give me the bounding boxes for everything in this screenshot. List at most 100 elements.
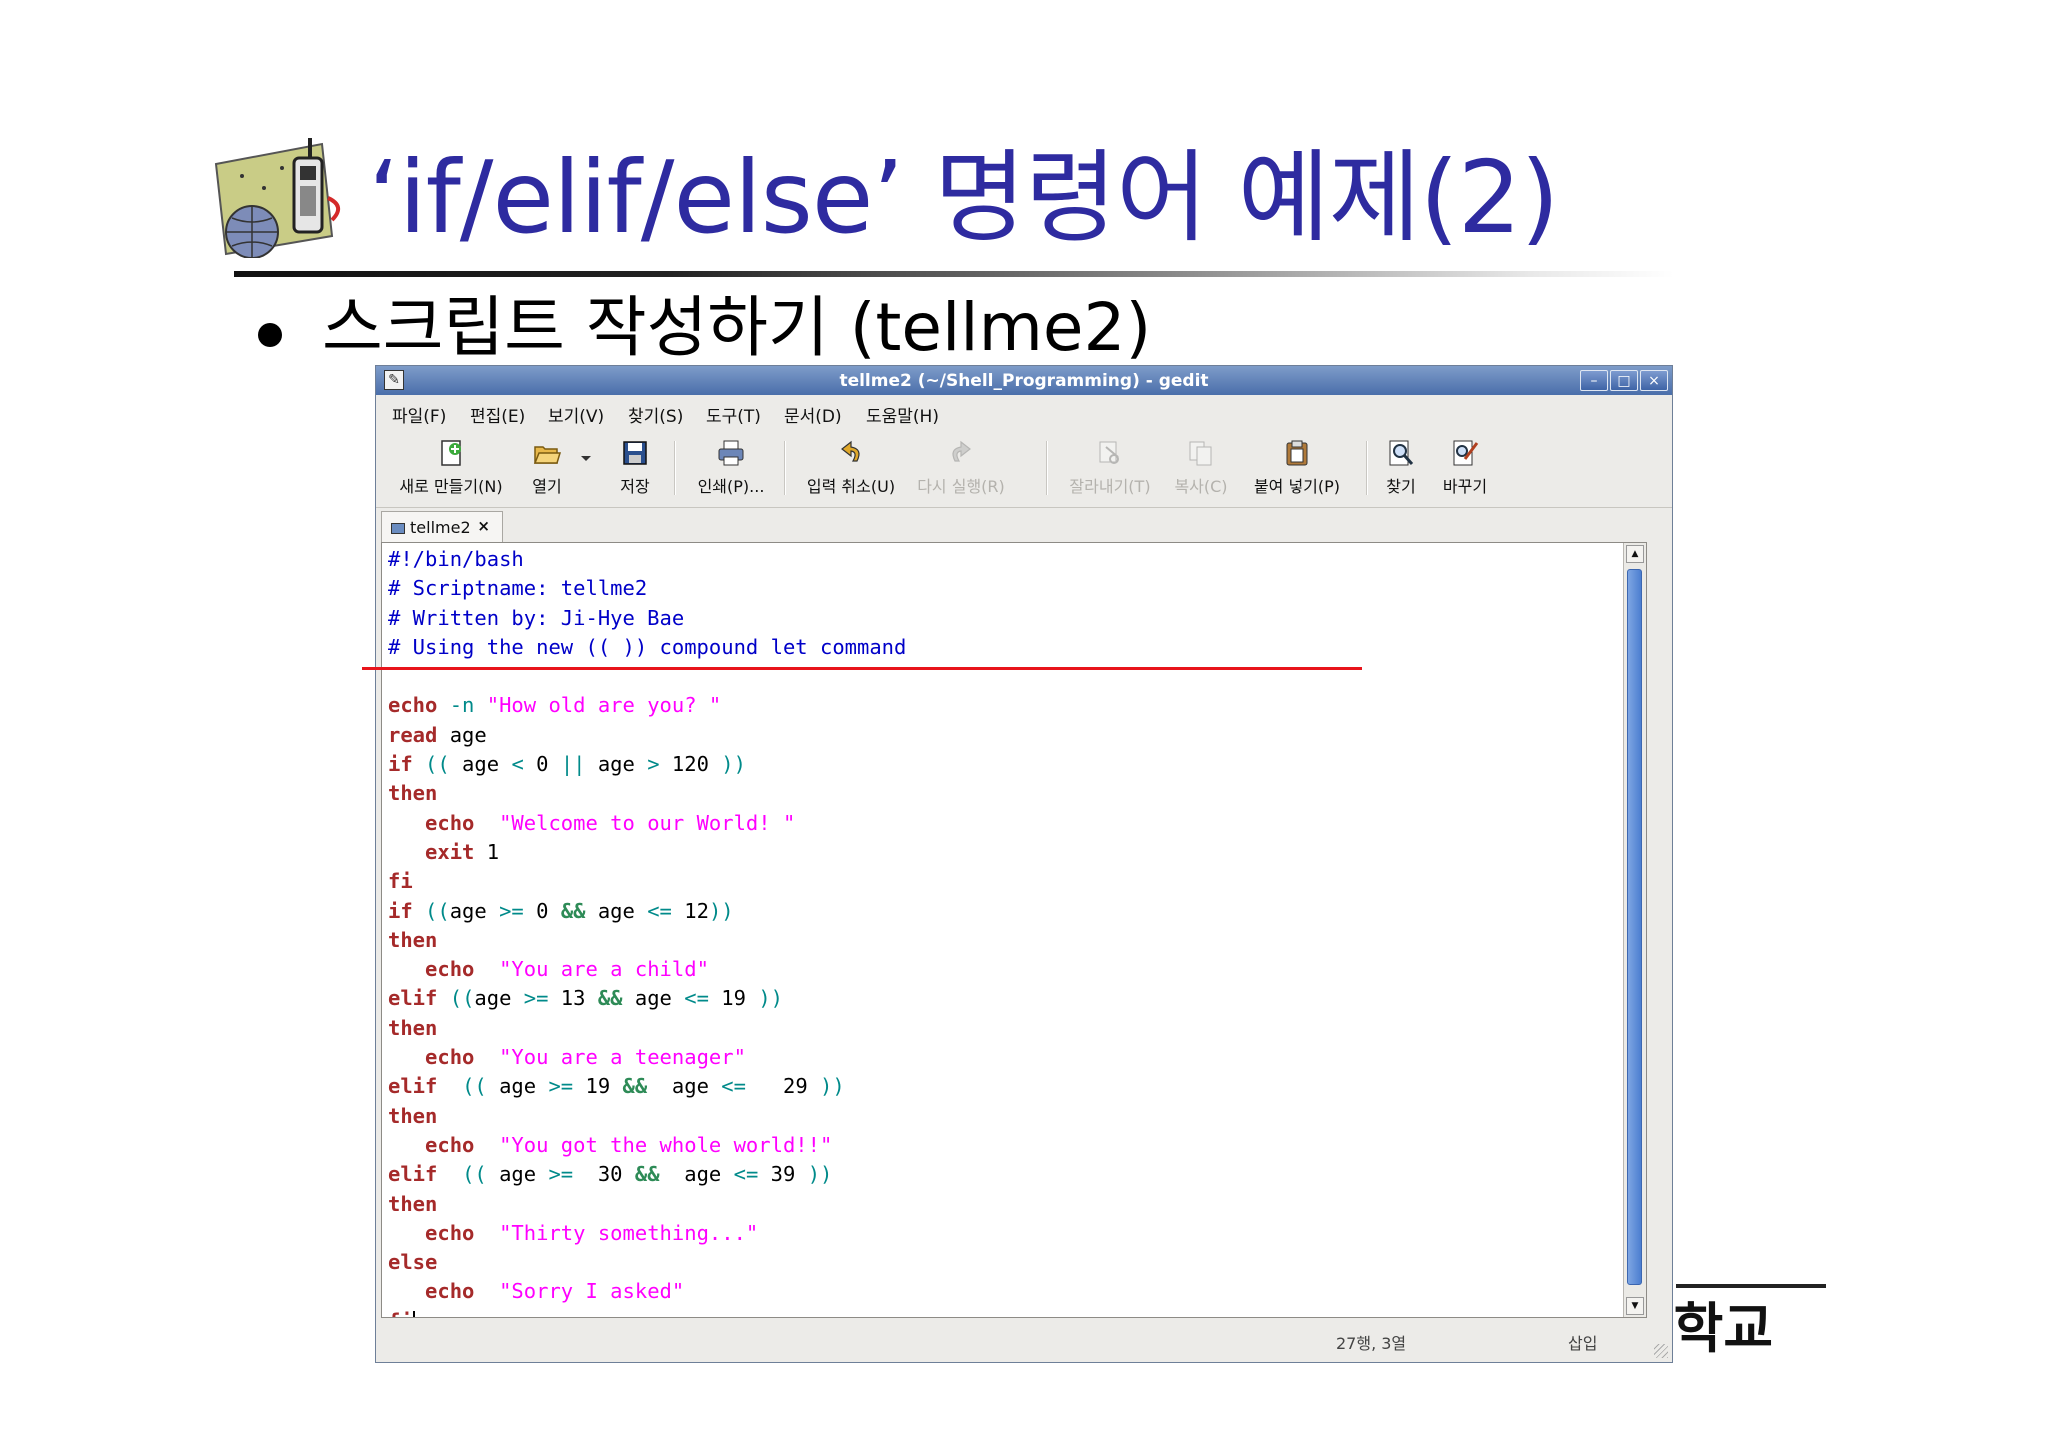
replace-label: 바꾸기 bbox=[1442, 477, 1488, 496]
text-editor[interactable]: #!/bin/bash # Scriptname: tellme2 # Writte… bbox=[381, 542, 1647, 1318]
menu-file[interactable]: 파일(F) bbox=[392, 402, 446, 427]
code-line: fi bbox=[388, 869, 413, 894]
find-button[interactable]: 찾기 bbox=[1376, 427, 1426, 507]
undo-button[interactable]: 입력 취소(U) bbox=[796, 427, 906, 507]
redo-label: 다시 실행(R) bbox=[917, 477, 1005, 496]
window-title: tellme2 (~/Shell_Programming) - gedit bbox=[839, 371, 1209, 391]
code-line: # Using the new (( )) compound let comma… bbox=[388, 634, 907, 659]
bullet-marker bbox=[258, 323, 282, 347]
toolbar-separator bbox=[1046, 441, 1048, 495]
code-line: # Scriptname: tellme2 bbox=[388, 576, 648, 601]
copy-label: 복사(C) bbox=[1174, 477, 1228, 496]
copy-button[interactable]: 복사(C) bbox=[1166, 427, 1236, 507]
insert-mode-indicator: 삽입 bbox=[1568, 1334, 1598, 1353]
minimize-button[interactable]: – bbox=[1580, 370, 1608, 391]
code-line: then bbox=[388, 927, 438, 952]
code-line: elif (( age >= 19 && age <= 29 )) bbox=[388, 1074, 845, 1099]
vertical-scrollbar[interactable]: ▲ ▼ bbox=[1623, 543, 1646, 1317]
code-line: # Written by: Ji-Hye Bae bbox=[388, 605, 685, 630]
code-line: if (( age < 0 || age > 120 )) bbox=[388, 752, 746, 777]
save-label: 저장 bbox=[620, 477, 650, 496]
paste-label: 붙여 넣기(P) bbox=[1253, 477, 1341, 496]
code-line: echo "You got the whole world!!" bbox=[425, 1132, 833, 1157]
open-label: 열기 bbox=[532, 477, 562, 496]
toolbar: 새로 만들기(N) 열기 저장 인쇄(P)... 입력 취소(U) 다시 실행(… bbox=[376, 427, 1672, 508]
code-line: exit 1 bbox=[425, 839, 500, 864]
folder-open-icon bbox=[533, 446, 561, 464]
cut-label: 잘라내기(T) bbox=[1069, 477, 1151, 496]
footer-divider bbox=[1676, 1284, 1826, 1288]
redo-arrow-icon bbox=[952, 440, 971, 462]
satellite-phone-logo-icon bbox=[214, 138, 340, 258]
menu-edit[interactable]: 편집(E) bbox=[470, 402, 525, 427]
slide-title: ‘if/elif/else’ 명령어 예제(2) bbox=[368, 139, 1559, 256]
printer-icon bbox=[718, 440, 744, 466]
scroll-up-button[interactable]: ▲ bbox=[1626, 545, 1644, 563]
find-magnifier-icon bbox=[1389, 440, 1414, 466]
code-line: echo "Thirty something..." bbox=[425, 1220, 759, 1245]
code-line: elif ((age >= 13 && age <= 19 )) bbox=[388, 986, 783, 1011]
save-button[interactable]: 저장 bbox=[610, 427, 660, 507]
copy-icon bbox=[1189, 441, 1212, 466]
title-bar[interactable]: ✎ tellme2 (~/Shell_Programming) - gedit … bbox=[376, 366, 1672, 395]
annotation-underline bbox=[362, 667, 1362, 670]
tab-close-button[interactable]: × bbox=[477, 517, 490, 535]
paste-button[interactable]: 붙여 넣기(P) bbox=[1242, 427, 1352, 507]
replace-icon bbox=[1453, 440, 1479, 466]
code-line: echo "You are a child" bbox=[425, 957, 709, 982]
toolbar-separator bbox=[784, 441, 786, 495]
code-line: echo "Sorry I asked" bbox=[425, 1279, 685, 1304]
new-label: 새로 만들기(N) bbox=[399, 477, 503, 496]
redo-button[interactable]: 다시 실행(R) bbox=[906, 427, 1016, 507]
clipboard-paste-icon bbox=[1286, 440, 1308, 466]
code-line: echo "You are a teenager" bbox=[425, 1045, 746, 1070]
bullet-text: 스크립트 작성하기 (tellme2) bbox=[322, 289, 1152, 366]
toolbar-separator bbox=[1366, 441, 1368, 495]
gedit-window: ✎ tellme2 (~/Shell_Programming) - gedit … bbox=[375, 365, 1673, 1363]
code-line: echo "Welcome to our World! " bbox=[425, 810, 796, 835]
code-text: #!/bin/bash # Scriptname: tellme2 # Writte… bbox=[388, 545, 907, 1317]
print-button[interactable]: 인쇄(P)... bbox=[686, 427, 776, 507]
tab-label: tellme2 bbox=[410, 518, 471, 537]
close-window-button[interactable]: × bbox=[1640, 370, 1668, 391]
menu-bar: 파일(F) 편집(E) 보기(V) 찾기(S) 도구(T) 문서(D) 도움말(… bbox=[376, 395, 1672, 427]
scrollbar-thumb[interactable] bbox=[1627, 569, 1642, 1285]
menu-help[interactable]: 도움말(H) bbox=[866, 402, 939, 427]
text-cursor bbox=[412, 1310, 415, 1317]
replace-button[interactable]: 바꾸기 bbox=[1434, 427, 1496, 507]
undo-arrow-icon bbox=[841, 440, 860, 462]
cursor-position: 27행, 3열 bbox=[1336, 1334, 1407, 1353]
new-button[interactable]: 새로 만들기(N) bbox=[390, 427, 512, 507]
code-line: then bbox=[388, 1015, 438, 1040]
code-line: #!/bin/bash bbox=[388, 547, 524, 571]
undo-label: 입력 취소(U) bbox=[806, 477, 896, 496]
code-line: then bbox=[388, 1103, 438, 1128]
cut-button[interactable]: 잘라내기(T) bbox=[1060, 427, 1160, 507]
toolbar-separator bbox=[674, 441, 676, 495]
code-line: then bbox=[388, 781, 438, 806]
code-line: then bbox=[388, 1191, 438, 1216]
code-line: if ((age >= 0 && age <= 12)) bbox=[388, 898, 734, 923]
title-divider bbox=[234, 271, 1674, 277]
menu-view[interactable]: 보기(V) bbox=[548, 402, 604, 427]
tab-tellme2[interactable]: tellme2 × bbox=[381, 511, 503, 544]
new-document-icon bbox=[441, 440, 461, 466]
code-line: echo -n "How old are you? " bbox=[388, 693, 722, 718]
resize-grip[interactable] bbox=[1654, 1344, 1668, 1358]
menu-search[interactable]: 찾기(S) bbox=[628, 402, 683, 427]
status-bar: 27행, 3열 삽입 bbox=[376, 1318, 1672, 1362]
code-line: fi bbox=[388, 1307, 906, 1317]
menu-tools[interactable]: 도구(T) bbox=[706, 402, 761, 427]
open-recent-dropdown[interactable] bbox=[576, 427, 596, 507]
chevron-down-icon bbox=[581, 456, 591, 461]
text-file-icon bbox=[391, 523, 405, 534]
scissors-icon bbox=[1099, 441, 1119, 464]
scroll-down-button[interactable]: ▼ bbox=[1626, 1297, 1644, 1315]
find-label: 찾기 bbox=[1386, 477, 1416, 496]
menu-documents[interactable]: 문서(D) bbox=[784, 402, 842, 427]
code-line: elif (( age >= 30 && age <= 39 )) bbox=[388, 1162, 833, 1187]
open-button[interactable]: 열기 bbox=[522, 427, 572, 507]
maximize-button[interactable]: □ bbox=[1610, 370, 1638, 391]
save-disk-icon bbox=[623, 441, 647, 465]
code-line: read age bbox=[388, 722, 487, 747]
